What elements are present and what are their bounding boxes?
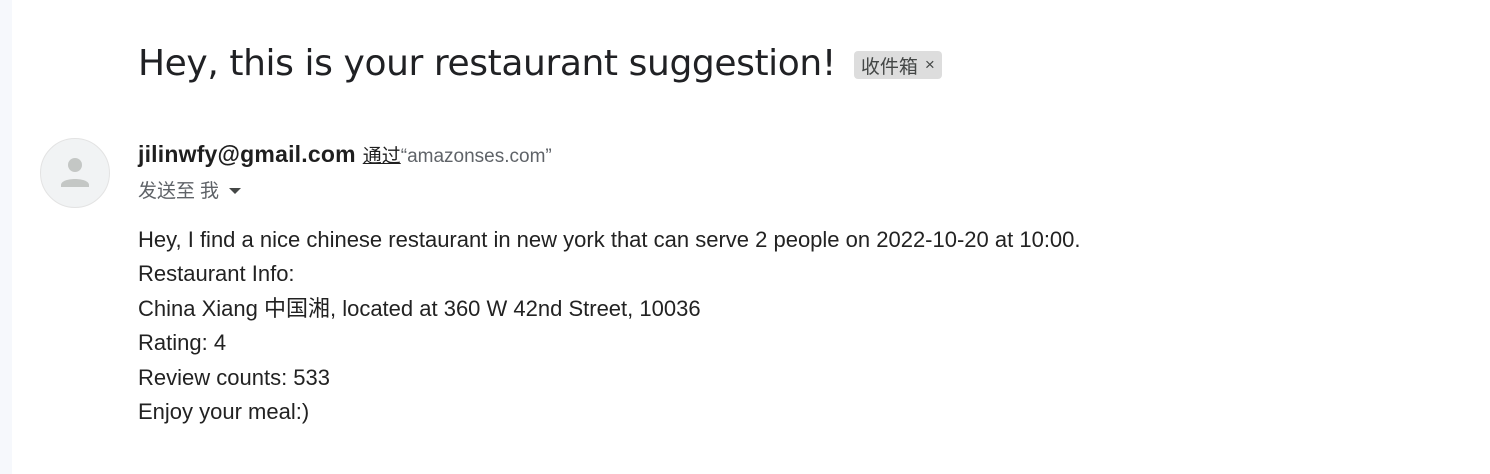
body-line: Hey, I find a nice chinese restaurant in… xyxy=(138,227,1081,252)
body-line: China Xiang 中国湘, located at 360 W 42nd S… xyxy=(138,295,701,321)
recipient-name: 我 xyxy=(200,181,220,202)
left-rail xyxy=(0,0,12,474)
person-icon xyxy=(61,158,89,187)
remove-label-icon[interactable]: × xyxy=(925,55,935,75)
body-line: Enjoy your meal:) xyxy=(138,399,310,425)
body-line: Review counts: 533 xyxy=(138,364,330,390)
email-subject: Hey, this is your restaurant suggestion! xyxy=(138,43,836,84)
via-link[interactable]: 通过 xyxy=(363,141,401,168)
recipient-details-toggle[interactable]: 发送至 我 xyxy=(138,176,242,203)
sender-avatar[interactable] xyxy=(40,138,110,208)
body-line: Restaurant Info: xyxy=(138,261,295,287)
email-view: Hey, this is your restaurant suggestion!… xyxy=(0,0,1490,474)
email-body: Hey, I find a nice chinese restaurant in… xyxy=(138,223,1081,429)
recipient-prefix: 发送至 xyxy=(138,181,196,202)
inbox-label-text: 收件箱 xyxy=(860,56,918,78)
caret-down-icon[interactable] xyxy=(229,187,242,194)
via-domain: “amazonses.com” xyxy=(400,146,552,167)
body-line: Rating: 4 xyxy=(138,330,227,356)
sender-row: jilinwfy@gmail.com 通过 “amazonses.com” xyxy=(138,141,552,168)
subject-row: Hey, this is your restaurant suggestion!… xyxy=(138,40,942,88)
inbox-label-chip[interactable]: 收件箱 × xyxy=(853,51,942,79)
sender-email[interactable]: jilinwfy@gmail.com xyxy=(138,141,356,168)
